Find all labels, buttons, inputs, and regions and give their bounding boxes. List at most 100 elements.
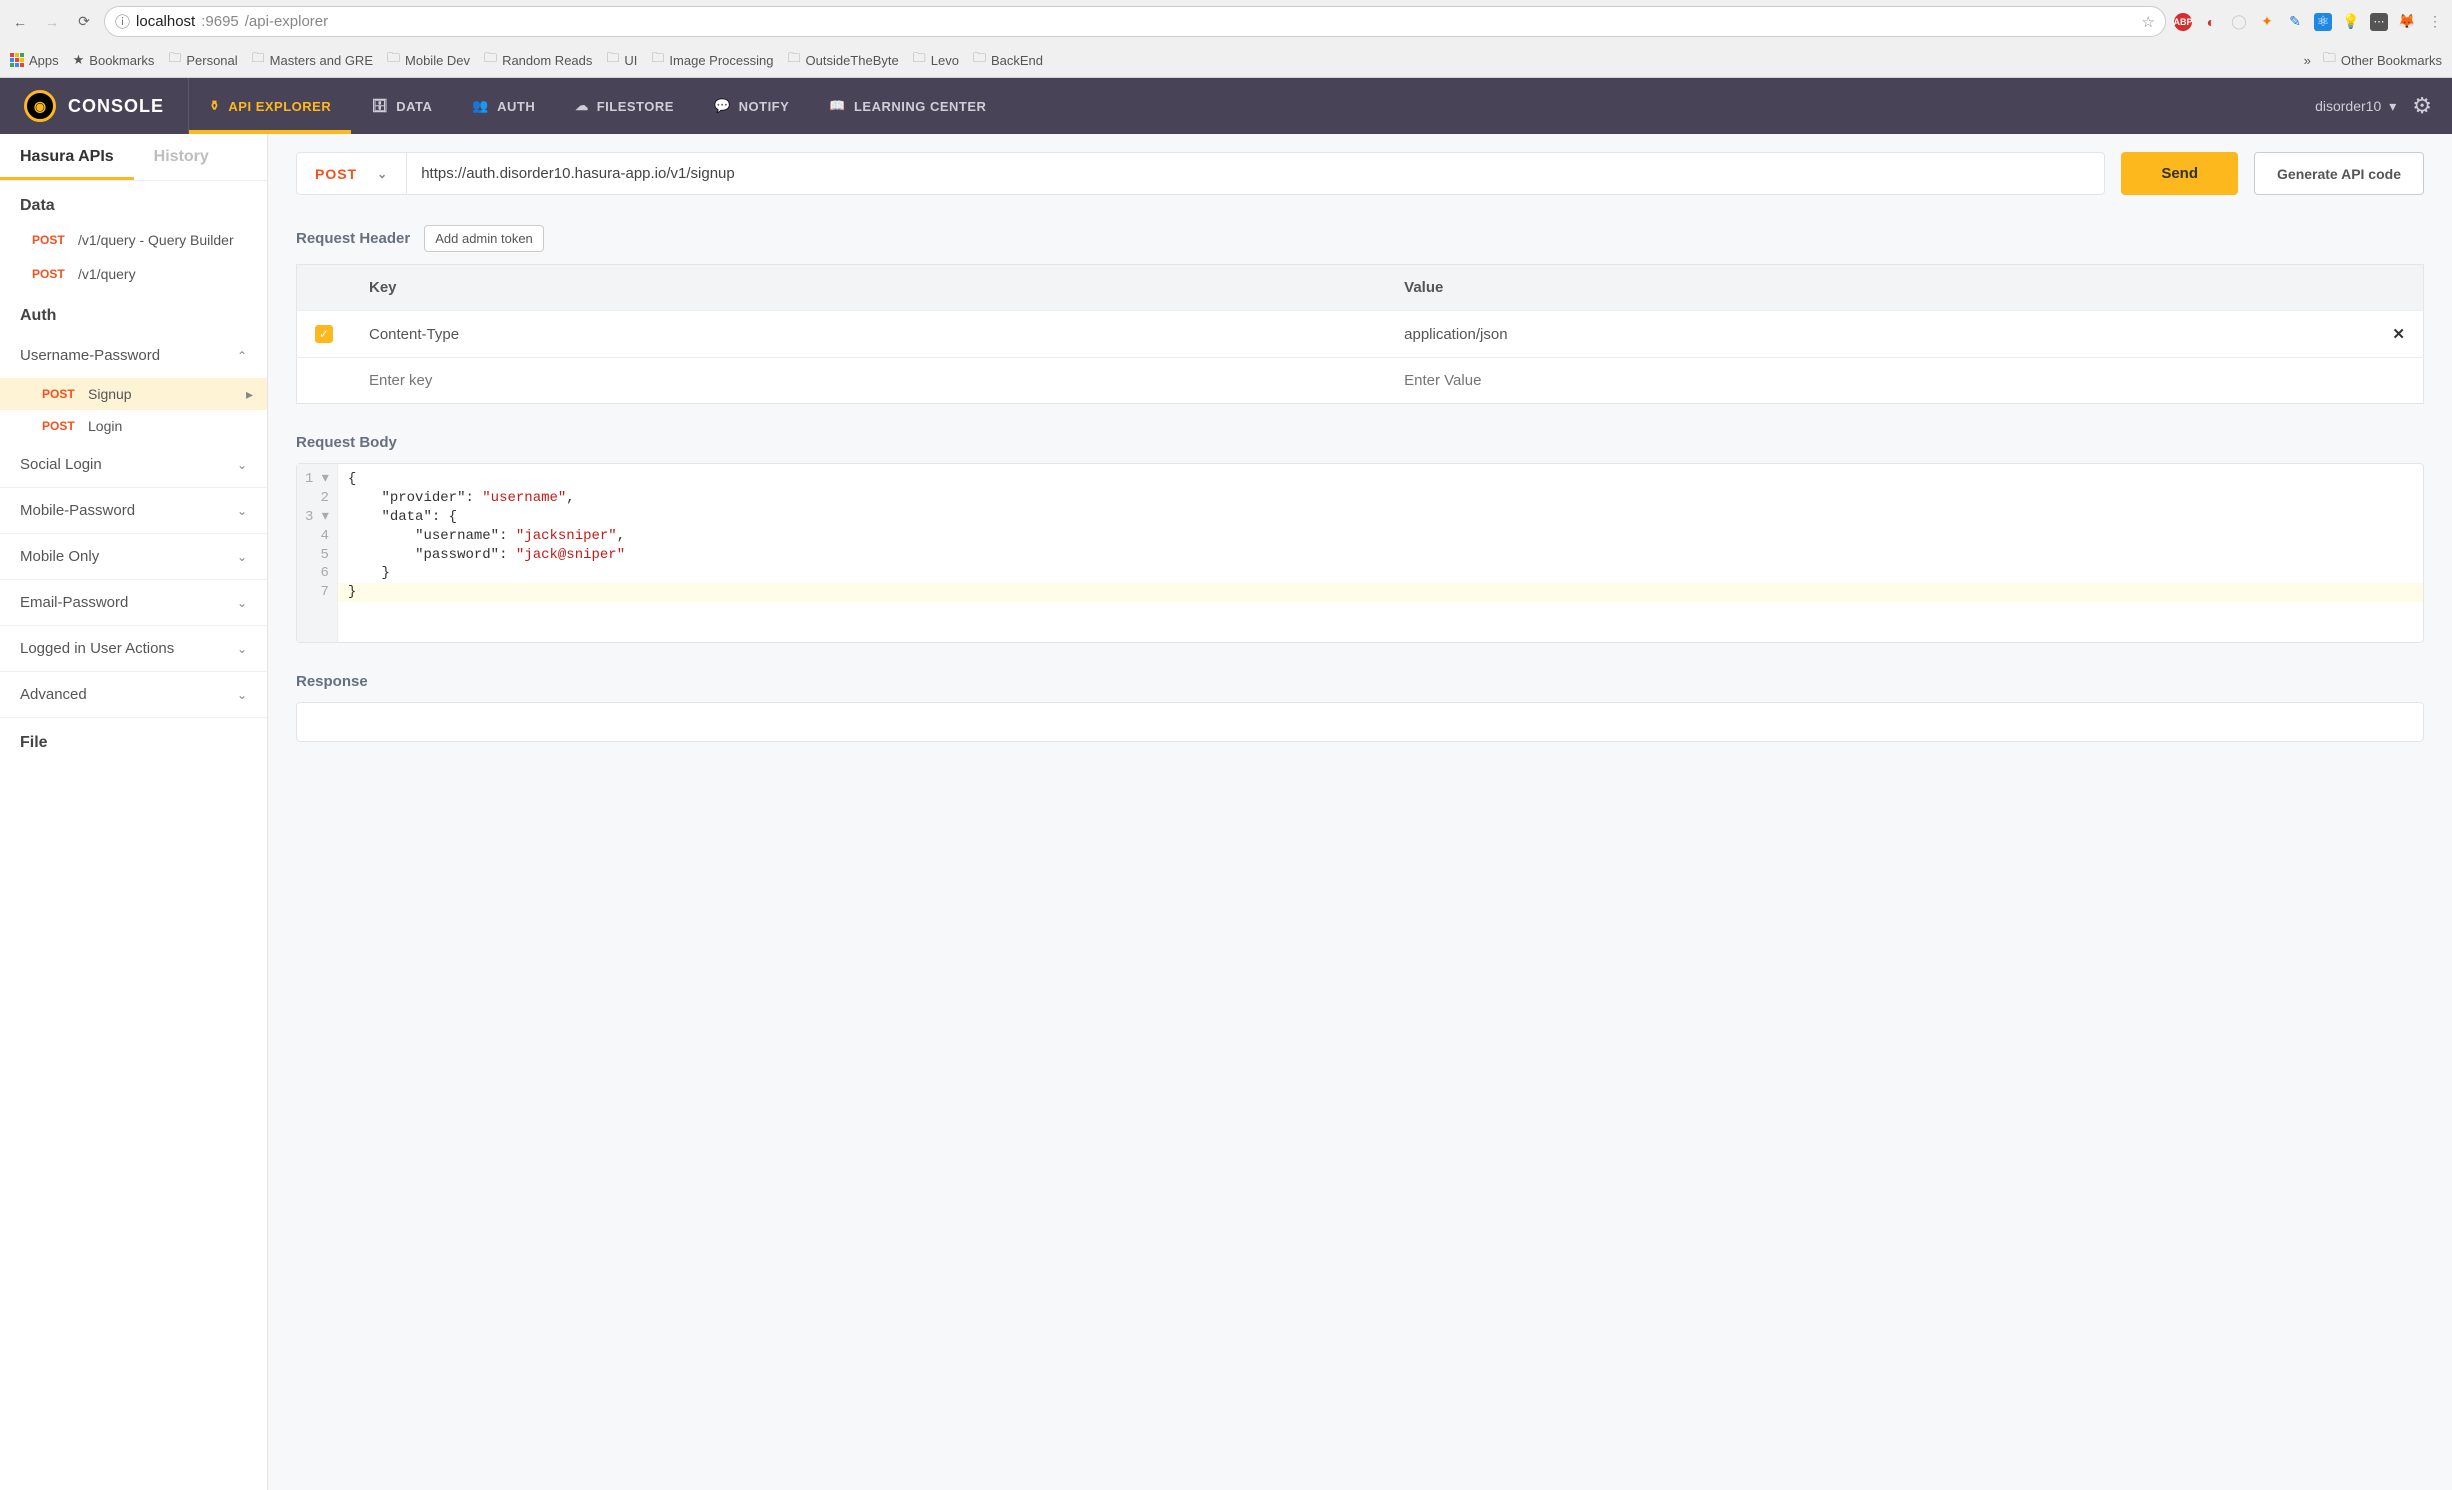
folder-icon: 🗀 bbox=[168, 49, 181, 71]
chevron-down-icon: ⌄ bbox=[237, 458, 247, 472]
api-item-signup[interactable]: POST Signup ▸ bbox=[0, 378, 267, 410]
bookmark-backend[interactable]: 🗀BackEnd bbox=[973, 49, 1043, 71]
group-mobile-password[interactable]: Mobile-Password⌄ bbox=[0, 488, 267, 534]
chevron-down-icon: ⌄ bbox=[237, 550, 247, 564]
bookmarks-bar: Apps ★ Bookmarks 🗀Personal 🗀Masters and … bbox=[0, 43, 2452, 77]
bookmark-imageproc[interactable]: 🗀Image Processing bbox=[651, 49, 773, 71]
send-button[interactable]: Send bbox=[2121, 152, 2238, 195]
chevron-down-icon: ⌄ bbox=[377, 167, 388, 181]
ext-icon-5[interactable]: ✎ bbox=[2286, 13, 2304, 31]
group-username-password[interactable]: Username-Password⌃ bbox=[0, 333, 267, 378]
star-icon[interactable]: ☆ bbox=[2142, 13, 2155, 31]
forward-button[interactable]: → bbox=[40, 10, 64, 34]
header-value[interactable]: application/json bbox=[1404, 326, 1507, 343]
header-value-input[interactable] bbox=[1404, 372, 2405, 389]
brand[interactable]: ◉ CONSOLE bbox=[0, 78, 189, 134]
folder-icon: 🗀 bbox=[2323, 49, 2336, 71]
header-key-input[interactable] bbox=[369, 372, 1368, 389]
bookmark-mobiledev[interactable]: 🗀Mobile Dev bbox=[387, 49, 470, 71]
url-path: /api-explorer bbox=[245, 13, 328, 30]
chat-icon: 💬 bbox=[714, 98, 731, 114]
url-input[interactable] bbox=[407, 152, 2105, 195]
bookmark-outside[interactable]: 🗀OutsideTheByte bbox=[787, 49, 898, 71]
address-bar[interactable]: ⓘ localhost :9695/api-explorer ☆ bbox=[104, 6, 2166, 37]
back-button[interactable]: ← bbox=[8, 10, 32, 34]
section-data-title: Data bbox=[0, 181, 267, 223]
url-host: localhost bbox=[136, 13, 195, 30]
folder-icon: 🗀 bbox=[606, 49, 619, 71]
react-icon[interactable]: ⚛ bbox=[2314, 13, 2332, 31]
bookmark-apps[interactable]: Apps bbox=[10, 53, 59, 68]
top-nav: ⚱API EXPLORER 🗄DATA 👥AUTH ☁FILESTORE 💬NO… bbox=[189, 78, 1006, 134]
main-panel: POST ⌄ Send Generate API code Request He… bbox=[268, 134, 2452, 1490]
api-item-query-builder[interactable]: POST /v1/query - Query Builder bbox=[0, 223, 267, 257]
chevron-down-icon: ⌄ bbox=[237, 688, 247, 702]
tab-hasura-apis[interactable]: Hasura APIs bbox=[0, 134, 134, 180]
reload-button[interactable]: ⟳ bbox=[72, 10, 96, 34]
bookmark-bookmarks[interactable]: ★ Bookmarks bbox=[73, 52, 155, 68]
request-body-title: Request Body bbox=[296, 434, 2424, 451]
ext-icon-4[interactable]: ✦ bbox=[2258, 13, 2276, 31]
bookmark-masters[interactable]: 🗀Masters and GRE bbox=[252, 49, 373, 71]
url-port: :9695 bbox=[201, 13, 239, 30]
api-item-query[interactable]: POST /v1/query bbox=[0, 257, 267, 291]
request-header-title: Request Header Add admin token bbox=[296, 225, 2424, 252]
extension-icons: ABP ◐ ◯ ✦ ✎ ⚛ 💡 ⋯ 🦊 ⋮ bbox=[2174, 13, 2444, 31]
bookmarks-overflow[interactable]: » bbox=[2304, 53, 2311, 68]
request-body-editor[interactable]: 1 ▾23 ▾4567 { "provider": "username", "d… bbox=[296, 463, 2424, 643]
info-icon: ⓘ bbox=[115, 11, 130, 32]
browser-chrome: ← → ⟳ ⓘ localhost :9695/api-explorer ☆ AB… bbox=[0, 0, 2452, 78]
abp-icon[interactable]: ABP bbox=[2174, 13, 2192, 31]
bookmark-personal[interactable]: 🗀Personal bbox=[168, 49, 237, 71]
remove-header-icon[interactable]: ✕ bbox=[2392, 325, 2405, 343]
api-item-login[interactable]: POST Login bbox=[0, 410, 267, 442]
chevron-down-icon: ⌄ bbox=[237, 596, 247, 610]
apps-icon bbox=[10, 53, 24, 67]
group-logged-in-user[interactable]: Logged in User Actions⌄ bbox=[0, 626, 267, 672]
nav-learning[interactable]: 📖LEARNING CENTER bbox=[809, 78, 1006, 134]
menu-icon[interactable]: ⋮ bbox=[2426, 13, 2444, 31]
caret-right-icon: ▸ bbox=[246, 386, 253, 403]
bookmark-levo[interactable]: 🗀Levo bbox=[913, 49, 959, 71]
header-row: ✓ Content-Type application/json ✕ bbox=[297, 311, 2424, 358]
section-file-title: File bbox=[0, 718, 267, 760]
other-bookmarks[interactable]: 🗀Other Bookmarks bbox=[2323, 49, 2442, 71]
chevron-down-icon: ▾ bbox=[2389, 98, 2396, 115]
nav-api-explorer[interactable]: ⚱API EXPLORER bbox=[189, 78, 351, 134]
gear-icon[interactable]: ⚙ bbox=[2412, 93, 2432, 119]
bookmark-ui[interactable]: 🗀UI bbox=[606, 49, 637, 71]
ext-icon-8[interactable]: ⋯ bbox=[2370, 13, 2388, 31]
group-mobile-only[interactable]: Mobile Only⌄ bbox=[0, 534, 267, 580]
header-col-key: Key bbox=[351, 265, 1386, 311]
header-row-new bbox=[297, 358, 2424, 404]
ext-icon-7[interactable]: 💡 bbox=[2342, 13, 2360, 31]
ublock-icon[interactable]: ◐ bbox=[2202, 13, 2220, 31]
group-social-login[interactable]: Social Login⌄ bbox=[0, 442, 267, 488]
code-content[interactable]: { "provider": "username", "data": { "use… bbox=[338, 464, 2423, 642]
generate-api-code-button[interactable]: Generate API code bbox=[2254, 152, 2424, 195]
chevron-down-icon: ⌄ bbox=[237, 504, 247, 518]
tab-history[interactable]: History bbox=[134, 134, 229, 180]
header-key[interactable]: Content-Type bbox=[369, 326, 459, 343]
method-select[interactable]: POST ⌄ bbox=[296, 152, 407, 195]
app-header: ◉ CONSOLE ⚱API EXPLORER 🗄DATA 👥AUTH ☁FIL… bbox=[0, 78, 2452, 134]
ext-icon-3[interactable]: ◯ bbox=[2230, 13, 2248, 31]
nav-filestore[interactable]: ☁FILESTORE bbox=[555, 78, 694, 134]
group-email-password[interactable]: Email-Password⌄ bbox=[0, 580, 267, 626]
nav-auth[interactable]: 👥AUTH bbox=[452, 78, 555, 134]
nav-notify[interactable]: 💬NOTIFY bbox=[694, 78, 809, 134]
brand-logo-icon: ◉ bbox=[24, 90, 56, 122]
folder-icon: 🗀 bbox=[252, 49, 265, 71]
add-admin-token-button[interactable]: Add admin token bbox=[424, 225, 544, 252]
database-icon: 🗄 bbox=[371, 98, 388, 114]
bookmark-random[interactable]: 🗀Random Reads bbox=[484, 49, 592, 71]
brand-title: CONSOLE bbox=[68, 96, 164, 117]
flask-icon: ⚱ bbox=[209, 98, 220, 114]
header-checkbox[interactable]: ✓ bbox=[315, 325, 333, 343]
user-dropdown[interactable]: disorder10▾ bbox=[2315, 98, 2396, 115]
nav-data[interactable]: 🗄DATA bbox=[351, 78, 452, 134]
group-advanced[interactable]: Advanced⌄ bbox=[0, 672, 267, 718]
response-title: Response bbox=[296, 673, 2424, 690]
ext-icon-9[interactable]: 🦊 bbox=[2398, 13, 2416, 31]
folder-icon: 🗀 bbox=[913, 49, 926, 71]
